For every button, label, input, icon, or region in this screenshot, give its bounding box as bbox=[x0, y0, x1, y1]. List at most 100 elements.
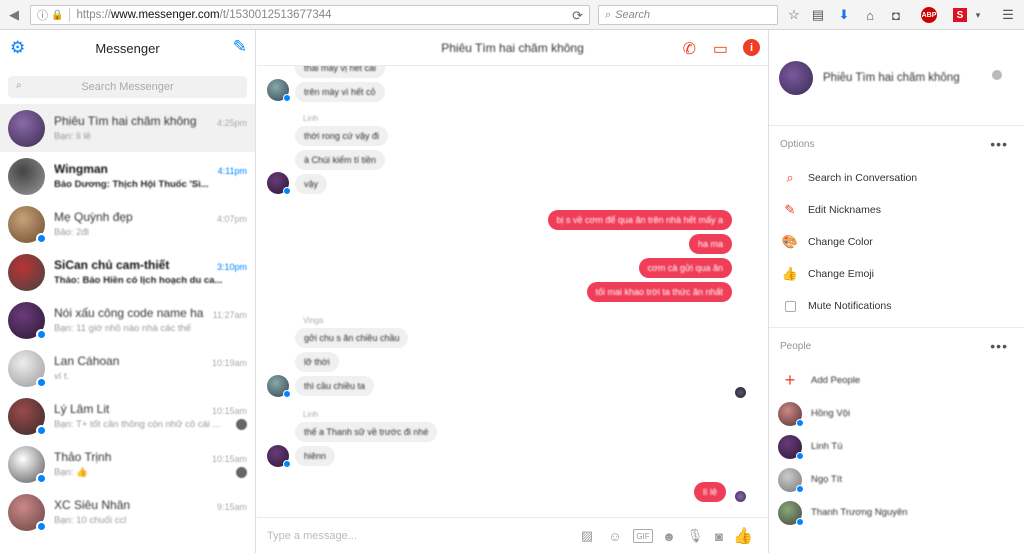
conversation-info-panel: Phiêu Tìm hai chăm không Options ••• ⌕ Se… bbox=[768, 30, 1024, 553]
conversation-item[interactable]: Nói xấu công code name ha Bạn: 11 giờ nhồ… bbox=[0, 296, 255, 344]
conversation-item[interactable]: Mẹ Quỳnh đẹp Bảo: 2đi 4:07pm bbox=[0, 200, 255, 248]
person-item[interactable]: Linh Tú bbox=[769, 430, 1024, 463]
gif-icon[interactable]: GIF bbox=[633, 529, 653, 543]
palette-icon: 🎨 bbox=[781, 234, 799, 249]
more-options-icon[interactable]: ••• bbox=[990, 338, 1008, 354]
message-text: thì cầu chiều ta bbox=[304, 381, 366, 391]
option-mute-notifications[interactable]: Mute Notifications bbox=[769, 290, 1024, 322]
address-bar[interactable]: ⓘ 🔒 https://www.messenger.com/t/15300125… bbox=[30, 5, 590, 25]
browser-search-box[interactable]: ⌕ Search bbox=[598, 5, 778, 25]
conversation-item[interactable]: Lan Cáhoan ví t. 10:19am bbox=[0, 344, 255, 392]
settings-icon[interactable] bbox=[992, 70, 1002, 80]
sender-name: Vinga bbox=[303, 316, 324, 325]
outgoing-message[interactable]: lì lê bbox=[693, 482, 726, 502]
conversation-item[interactable]: Thảo Trịnh Bạn: 👍 10:15am bbox=[0, 440, 255, 488]
conversation-item[interactable]: XC Siêu Nhân Bạn: 10 chuối ccl 9:15am bbox=[0, 488, 255, 536]
conversation-item[interactable]: Phiêu Tìm hai chăm không Bạn: lì lê 4:25pm bbox=[0, 104, 255, 152]
conversation-item[interactable]: Wingman Bảo Dương: Thịch Hội Thuốc 'Sì...… bbox=[0, 152, 255, 200]
emoji-icon[interactable]: ☻ bbox=[661, 528, 677, 544]
thumbs-up-icon[interactable]: 👍 bbox=[733, 528, 753, 545]
person-item[interactable]: Thanh Trương Nguyên bbox=[769, 496, 1024, 529]
url-scheme: https:// bbox=[76, 9, 111, 21]
option-change-emoji[interactable]: 👍 Change Emoji bbox=[769, 258, 1024, 290]
conversation-time: 4:11pm bbox=[217, 166, 247, 176]
incoming-message[interactable]: lỡ thời bbox=[295, 352, 339, 372]
checkbox-icon[interactable] bbox=[781, 297, 799, 315]
incoming-message[interactable]: hiênn bbox=[295, 446, 336, 466]
sender-avatar bbox=[267, 375, 291, 398]
info-icon: ⓘ bbox=[37, 10, 48, 22]
conversation-preview: Bạn: T+ tốt cần thông còn nhữ cô cài ... bbox=[54, 419, 221, 430]
video-camera-icon[interactable]: ▭ bbox=[713, 39, 728, 59]
option-edit-nicknames[interactable]: ✎ Edit Nicknames bbox=[769, 194, 1024, 226]
search-icon: ⌕ bbox=[605, 8, 612, 21]
more-options-icon[interactable]: ••• bbox=[990, 136, 1008, 152]
gear-icon[interactable]: ⚙ bbox=[10, 38, 25, 58]
message-text: thai mấy vị hết cái bbox=[304, 66, 377, 73]
extension-s-icon[interactable]: S bbox=[952, 6, 968, 24]
option-label: Change Color bbox=[808, 236, 873, 248]
outgoing-message[interactable]: bị s về cơm để qua ăn trên nhà hết mấy a bbox=[547, 210, 732, 230]
message-composer: ▨ ☺ GIF ☻ 🎙 ◙ 👍 bbox=[257, 517, 768, 553]
conversation-name: Phiêu Tìm hai chăm không bbox=[823, 71, 960, 84]
reading-list-icon[interactable]: ▤ bbox=[810, 6, 826, 24]
message-text: hiênn bbox=[304, 451, 327, 461]
conversation-name: Nói xấu công code name ha bbox=[54, 306, 204, 320]
messenger-badge-icon bbox=[796, 484, 804, 493]
message-text: à Chúi kiếm tí tiền bbox=[304, 155, 377, 165]
sender-name: Linh bbox=[303, 410, 319, 419]
message-text: thế a Thanh sữ về trước đi nhé bbox=[304, 427, 429, 437]
incoming-message[interactable]: vậy bbox=[295, 174, 328, 194]
people-list: Hồng Vội Linh Tú Ngọ Tít Thanh Trương Nguyê… bbox=[769, 397, 1024, 529]
download-icon[interactable]: ⬇ bbox=[836, 6, 852, 24]
compose-icon[interactable]: ✎ bbox=[233, 37, 247, 57]
seen-avatar bbox=[735, 491, 746, 502]
incoming-message[interactable]: thì cầu chiều ta bbox=[295, 376, 375, 396]
bookmark-star-icon[interactable]: ☆ bbox=[786, 6, 802, 24]
adblock-icon[interactable]: ABP bbox=[918, 6, 940, 24]
search-icon: ⌕ bbox=[786, 170, 794, 185]
conversation-sidebar: ⚙ Messenger ✎ ⌕ Search Messenger Phiêu T… bbox=[0, 30, 256, 553]
sticker-icon[interactable]: ☺ bbox=[607, 528, 623, 544]
conversation-name: XC Siêu Nhân bbox=[54, 498, 131, 512]
avatar bbox=[8, 397, 47, 436]
avatar bbox=[779, 60, 813, 95]
incoming-message[interactable]: à Chúi kiếm tí tiền bbox=[295, 150, 386, 170]
menu-icon[interactable]: ☰ bbox=[1000, 6, 1016, 24]
conversation-list: Phiêu Tìm hai chăm không Bạn: lì lê 4:25pm… bbox=[0, 104, 255, 536]
home-icon[interactable]: ⌂ bbox=[862, 6, 878, 24]
search-messenger-input[interactable]: ⌕ Search Messenger bbox=[8, 76, 247, 98]
person-item[interactable]: Hồng Vội bbox=[769, 397, 1024, 430]
image-icon[interactable]: ▨ bbox=[579, 528, 595, 544]
message-input[interactable] bbox=[267, 529, 567, 542]
chat-header: Phiêu Tìm hai chăm không ✆ ▭ i bbox=[257, 30, 768, 66]
microphone-icon[interactable]: 🎙 bbox=[687, 528, 704, 544]
search-icon: ⌕ bbox=[16, 80, 22, 91]
conversation-item[interactable]: Lý Lâm Lit Bạn: T+ tốt cần thông còn nhữ … bbox=[0, 392, 255, 440]
camera-icon[interactable]: ◙ bbox=[711, 528, 727, 544]
conversation-item[interactable]: SiCan chủ cam-thiết Thảo: Bảo Hiền có lịc… bbox=[0, 248, 255, 296]
phone-icon[interactable]: ✆ bbox=[683, 39, 696, 59]
incoming-message[interactable]: thời rong cứ vậy đi bbox=[295, 126, 388, 146]
avatar bbox=[8, 445, 47, 484]
option-change-color[interactable]: 🎨 Change Color bbox=[769, 226, 1024, 258]
info-icon[interactable]: i bbox=[743, 39, 760, 56]
outgoing-message[interactable]: tối mai khao trời ta thức ăn nhất bbox=[586, 282, 732, 302]
sidebar-title: Messenger bbox=[95, 40, 160, 56]
option-search-in-conversation[interactable]: ⌕ Search in Conversation bbox=[769, 162, 1024, 194]
incoming-message[interactable]: thai mấy vị hết cái bbox=[295, 66, 386, 78]
chevron-down-icon[interactable]: ▾ bbox=[972, 6, 984, 24]
pocket-icon[interactable]: ◘ bbox=[888, 6, 904, 24]
message-text: trên mày vì hết cỏ bbox=[304, 87, 376, 97]
back-icon[interactable]: ◀ bbox=[6, 7, 22, 23]
add-people-button[interactable]: + Add People bbox=[769, 364, 1024, 397]
person-item[interactable]: Ngọ Tít bbox=[769, 463, 1024, 496]
outgoing-message[interactable]: cơm cà gửi qua ăn bbox=[638, 258, 732, 278]
reload-icon[interactable]: ⟳ bbox=[572, 8, 583, 24]
add-people-label: Add People bbox=[811, 375, 861, 386]
outgoing-message[interactable]: ha ma bbox=[688, 234, 732, 254]
incoming-message[interactable]: gởi chu s ăn chiều chầu bbox=[295, 328, 409, 348]
incoming-message[interactable]: thế a Thanh sữ về trước đi nhé bbox=[295, 422, 438, 442]
person-name: Thanh Trương Nguyên bbox=[811, 507, 908, 518]
incoming-message[interactable]: trên mày vì hết cỏ bbox=[295, 82, 385, 102]
